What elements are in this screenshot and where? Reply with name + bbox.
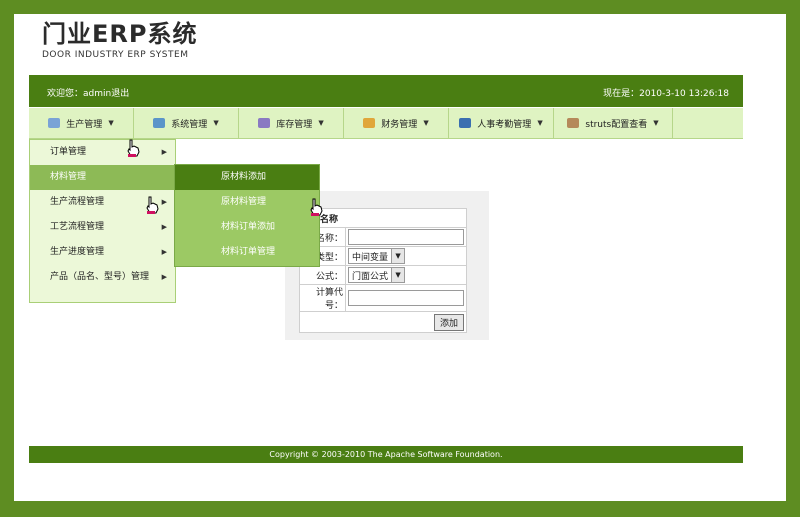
menu-label: struts配置查看 [585, 119, 648, 130]
production-icon [48, 118, 61, 128]
chevron-right-icon: ▶ [161, 248, 167, 256]
menu-label: 系统管理 [171, 119, 208, 130]
main-menu: 生产管理 ▼ 系统管理 ▼ 库存管理 ▼ 财务管理 ▼ 人事考勤管理 ▼ str… [29, 108, 743, 139]
submenu-label: 生产进度管理 [50, 247, 105, 257]
chevron-right-icon: ▶ [161, 223, 167, 231]
chevron-down-icon: ▼ [423, 119, 429, 127]
calculation-form: 计算名称 名称： 类型： 中间变量 ▼ 公式： 门面公式 ▼ 计算代号： 添加 [299, 208, 467, 333]
submenu2-raw-material-add[interactable]: 原材料添加 [175, 165, 319, 190]
chevron-down-icon: ▼ [108, 119, 114, 127]
submenu-label: 生产流程管理 [50, 197, 105, 207]
material-submenu: 原材料添加 原材料管理 材料订单添加 材料订单管理 [174, 164, 320, 267]
logo: 门业ERP系统 DOOR INDUSTRY ERP SYSTEM [42, 20, 197, 60]
system-icon [153, 118, 166, 128]
menu-hr[interactable]: 人事考勤管理 ▼ [449, 108, 554, 138]
logout-link[interactable]: 退出 [111, 89, 129, 99]
menu-production[interactable]: 生产管理 ▼ [29, 108, 134, 138]
type-select-value: 中间变量 [352, 252, 389, 263]
submenu-material-management[interactable]: 材料管理 [30, 165, 175, 190]
current-time: 现在是：2010-3-10 13:26:18 [603, 89, 729, 99]
menu-struts-config[interactable]: struts配置查看 ▼ [554, 108, 673, 138]
chevron-right-icon: ▶ [161, 198, 167, 206]
submenu-craft-process[interactable]: 工艺流程管理 ▶ [30, 215, 175, 240]
menu-label: 生产管理 [66, 119, 103, 130]
menu-label: 人事考勤管理 [477, 119, 532, 130]
type-select[interactable]: 中间变量 ▼ [348, 248, 406, 264]
chevron-down-icon: ▼ [653, 119, 659, 127]
menu-label: 库存管理 [276, 119, 313, 130]
submenu2-material-order-manage[interactable]: 材料订单管理 [175, 240, 319, 265]
logo-subtitle: DOOR INDUSTRY ERP SYSTEM [42, 50, 189, 60]
submenu-production-progress[interactable]: 生产进度管理 ▶ [30, 240, 175, 265]
chevron-right-icon: ▶ [161, 273, 167, 281]
inventory-icon [258, 118, 271, 128]
formula-select-value: 门面公式 [352, 271, 389, 282]
submenu-label: 材料管理 [50, 172, 87, 182]
production-submenu: 订单管理 ▶ 材料管理 生产流程管理 ▶ 工艺流程管理 ▶ 生产进度管理 ▶ 产… [29, 139, 176, 303]
hand-cursor-icon [146, 196, 159, 214]
menu-inventory[interactable]: 库存管理 ▼ [239, 108, 344, 138]
config-icon [567, 118, 580, 128]
submenu2-material-order-add[interactable]: 材料订单添加 [175, 215, 319, 240]
form-header: 计算名称 [299, 208, 467, 228]
top-bar: 欢迎您：admin退出 现在是：2010-3-10 13:26:18 [29, 75, 743, 107]
menu-system[interactable]: 系统管理 ▼ [134, 108, 239, 138]
finance-icon [363, 118, 376, 128]
code-label: 计算代号： [299, 284, 346, 312]
chevron-down-icon: ▼ [318, 119, 324, 127]
welcome-user: 欢迎您：admin [47, 89, 112, 99]
add-button[interactable]: 添加 [433, 313, 464, 331]
submenu-product-management[interactable]: 产品（品名、型号）管理 ▶ [30, 265, 175, 290]
code-input[interactable] [348, 290, 464, 306]
submenu-label: 产品（品名、型号）管理 [50, 272, 150, 282]
logo-title: 门业ERP系统 [42, 20, 198, 48]
submenu-label: 工艺流程管理 [50, 222, 105, 232]
submenu-label: 订单管理 [50, 147, 87, 157]
hand-cursor-icon [310, 198, 323, 216]
footer: Copyright © 2003-2010 The Apache Softwar… [29, 446, 743, 463]
submenu2-raw-material-manage[interactable]: 原材料管理 [175, 190, 319, 215]
welcome-text: 欢迎您：admin退出 [47, 86, 129, 99]
menu-finance[interactable]: 财务管理 ▼ [344, 108, 449, 138]
hand-cursor-icon [127, 139, 140, 157]
chevron-down-icon: ▼ [537, 119, 543, 127]
menu-label: 财务管理 [381, 119, 418, 130]
hr-icon [459, 118, 472, 128]
name-input[interactable] [348, 229, 464, 245]
formula-select[interactable]: 门面公式 ▼ [348, 267, 406, 283]
submenu-order-management[interactable]: 订单管理 ▶ [30, 140, 175, 165]
formula-label: 公式： [299, 265, 346, 285]
chevron-right-icon: ▶ [161, 148, 167, 156]
chevron-down-icon: ▼ [213, 119, 219, 127]
chevron-down-icon: ▼ [391, 249, 405, 263]
chevron-down-icon: ▼ [391, 268, 405, 282]
